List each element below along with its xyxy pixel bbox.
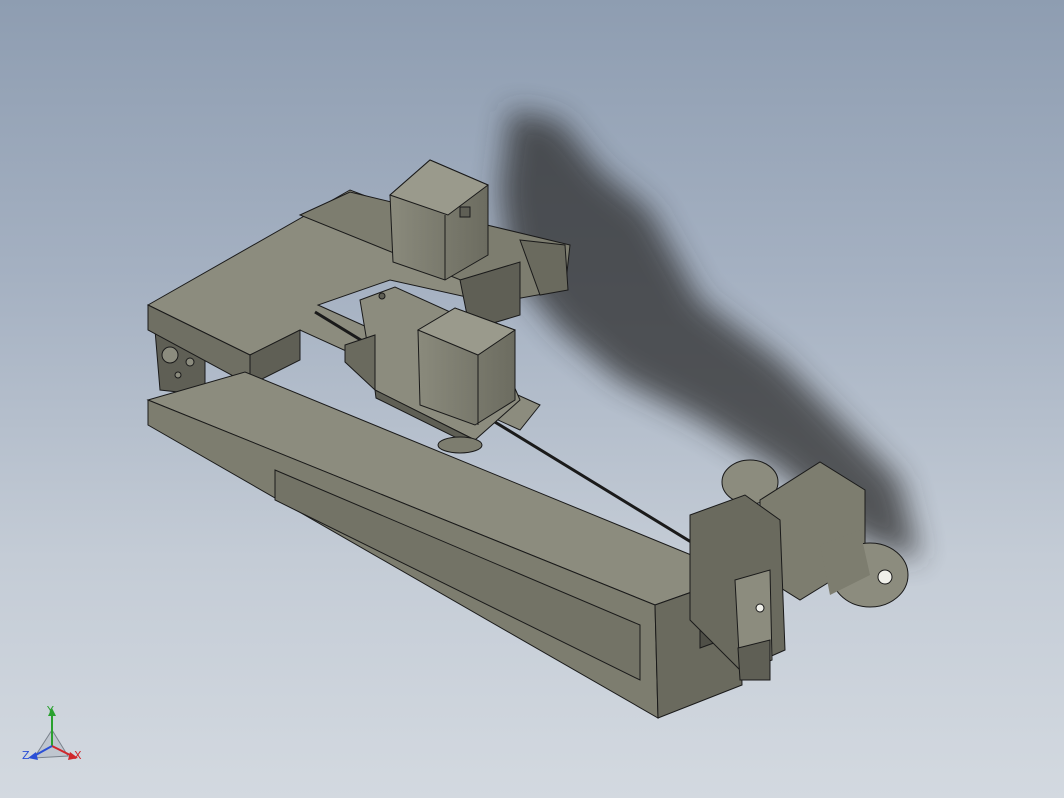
triad-y-label: Y <box>47 704 54 717</box>
triad-z-label: Z <box>22 749 30 762</box>
cad-model-render[interactable] <box>0 0 1064 798</box>
triad-x-label: X <box>74 749 82 762</box>
